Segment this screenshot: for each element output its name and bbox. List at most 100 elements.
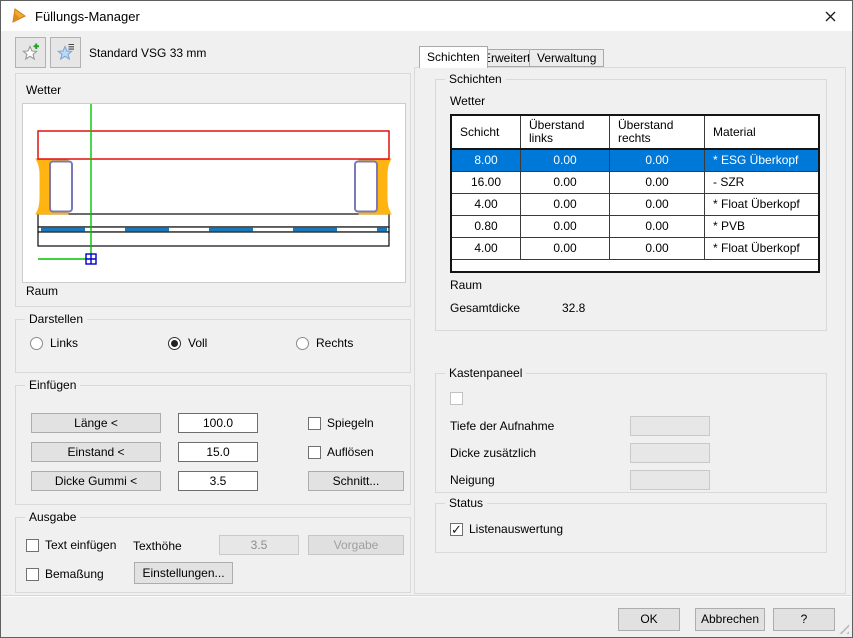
star-plus-icon	[21, 43, 40, 62]
status-group: Status Listenauswertung	[435, 503, 827, 553]
left-gasket-drawing	[36, 159, 72, 214]
laenge-button[interactable]: Länge <	[31, 413, 161, 433]
aufloesen-checkbox[interactable]: Auflösen	[308, 445, 374, 459]
tab-schichten[interactable]: Schichten	[419, 46, 488, 68]
status-legend: Status	[445, 497, 487, 510]
table-cell[interactable]: 0.00	[610, 172, 705, 193]
table-row[interactable]: 0.800.000.00* PVB	[452, 216, 818, 238]
tab-verwaltung[interactable]: Verwaltung	[529, 49, 604, 67]
tiefe-aufnahme-label: Tiefe der Aufnahme	[450, 419, 554, 433]
table-cell[interactable]: 0.00	[521, 194, 610, 215]
radio-voll-label: Voll	[188, 336, 207, 350]
darstellen-legend: Darstellen	[25, 313, 87, 326]
table-cell[interactable]: 0.00	[521, 172, 610, 193]
star-menu-icon	[56, 43, 75, 62]
neigung-input	[630, 470, 710, 490]
table-cell[interactable]: 8.00	[452, 150, 521, 171]
table-header-cell: Schicht	[452, 116, 521, 148]
kastenpaneel-group: Kastenpaneel Tiefe der Aufnahme Dicke zu…	[435, 373, 827, 493]
table-cell[interactable]: * Float Überkopf	[705, 194, 818, 215]
help-button[interactable]: ?	[773, 608, 835, 631]
table-cell[interactable]: * ESG Überkopf	[705, 150, 818, 171]
preview-panel: Wetter	[15, 73, 411, 307]
table-row[interactable]: 16.000.000.00- SZR	[452, 172, 818, 194]
radio-circle-icon	[30, 337, 43, 350]
checkbox-icon	[26, 568, 39, 581]
spiegeln-label: Spiegeln	[327, 416, 374, 430]
neigung-label: Neigung	[450, 473, 495, 487]
table-header-cell: Material	[705, 116, 818, 148]
checkbox-icon	[308, 446, 321, 459]
gesamtdicke-label: Gesamtdicke	[450, 301, 520, 315]
einstand-input[interactable]	[178, 442, 258, 462]
preview-wetter-label: Wetter	[26, 83, 61, 97]
title-bar: Füllungs-Manager	[1, 1, 852, 31]
table-cell[interactable]: - SZR	[705, 172, 818, 193]
ausgabe-group: Ausgabe Text einfügen Texthöhe Vorgabe B…	[15, 517, 411, 593]
layers-table-header: SchichtÜberstand linksÜberstand rechtsMa…	[452, 116, 818, 150]
listenauswertung-checkbox[interactable]: Listenauswertung	[450, 522, 563, 536]
texthoehe-label: Texthöhe	[133, 539, 182, 553]
table-cell[interactable]: 0.00	[521, 150, 610, 171]
favorite-add-button[interactable]	[15, 37, 46, 68]
table-cell[interactable]: 16.00	[452, 172, 521, 193]
section-preview-canvas	[22, 103, 406, 283]
table-row[interactable]: 4.000.000.00* Float Überkopf	[452, 238, 818, 260]
text-einfuegen-checkbox[interactable]: Text einfügen	[26, 538, 116, 552]
table-cell[interactable]: 0.00	[610, 238, 705, 259]
vorgabe-button: Vorgabe	[308, 535, 404, 555]
texthoehe-input	[219, 535, 299, 555]
einstand-button[interactable]: Einstand <	[31, 442, 161, 462]
aufloesen-label: Auflösen	[327, 445, 374, 459]
favorite-menu-button[interactable]	[50, 37, 81, 68]
table-cell[interactable]: 4.00	[452, 194, 521, 215]
table-cell[interactable]: 0.00	[521, 216, 610, 237]
close-button[interactable]	[808, 1, 852, 31]
resize-grip-icon[interactable]	[837, 622, 849, 634]
table-row[interactable]: 8.000.000.00* ESG Überkopf	[452, 150, 818, 172]
cancel-button[interactable]: Abbrechen	[695, 608, 765, 631]
dicke-gummi-input[interactable]	[178, 471, 258, 491]
preset-name-label: Standard VSG 33 mm	[89, 46, 206, 60]
table-cell[interactable]: 0.00	[610, 216, 705, 237]
radio-voll[interactable]: Voll	[168, 336, 207, 350]
bemassung-checkbox[interactable]: Bemaßung	[26, 567, 104, 581]
spiegeln-checkbox[interactable]: Spiegeln	[308, 416, 374, 430]
bemassung-label: Bemaßung	[45, 567, 104, 581]
fuellungs-manager-dialog: Füllungs-Manager Standard VSG 33 mm Wett…	[0, 0, 853, 638]
ok-button[interactable]: OK	[618, 608, 680, 631]
table-cell[interactable]: 0.00	[610, 150, 705, 171]
kastenpaneel-legend: Kastenpaneel	[445, 367, 526, 380]
schnitt-button[interactable]: Schnitt...	[308, 471, 404, 491]
table-cell[interactable]: * PVB	[705, 216, 818, 237]
einfuegen-group: Einfügen Länge < Spiegeln Einstand < Auf…	[15, 385, 411, 505]
ausgabe-legend: Ausgabe	[25, 511, 80, 524]
layers-table[interactable]: SchichtÜberstand linksÜberstand rechtsMa…	[450, 114, 820, 273]
listenauswertung-label: Listenauswertung	[469, 522, 563, 536]
einfuegen-legend: Einfügen	[25, 379, 80, 392]
tiefe-aufnahme-input	[630, 416, 710, 436]
table-row[interactable]: 4.000.000.00* Float Überkopf	[452, 194, 818, 216]
dicke-zusaetzlich-input	[630, 443, 710, 463]
table-cell[interactable]: * Float Überkopf	[705, 238, 818, 259]
laenge-input[interactable]	[178, 413, 258, 433]
table-cell[interactable]: 0.00	[610, 194, 705, 215]
schichten-group: Schichten Wetter SchichtÜberstand linksÜ…	[435, 79, 827, 331]
table-cell[interactable]: 4.00	[452, 238, 521, 259]
radio-links[interactable]: Links	[30, 336, 78, 350]
checkbox-check-icon	[450, 523, 463, 536]
table-header-cell: Überstand links	[521, 116, 610, 148]
checkbox-icon	[308, 417, 321, 430]
radio-rechts[interactable]: Rechts	[296, 336, 353, 350]
einstellungen-button[interactable]: Einstellungen...	[134, 562, 233, 584]
table-cell[interactable]: 0.80	[452, 216, 521, 237]
radio-circle-icon	[168, 337, 181, 350]
checkbox-icon	[26, 539, 39, 552]
kastenpaneel-checkbox	[450, 392, 463, 405]
layers-table-body: 8.000.000.00* ESG Überkopf16.000.000.00-…	[452, 150, 818, 260]
radio-circle-icon	[296, 337, 309, 350]
dicke-gummi-button[interactable]: Dicke Gummi <	[31, 471, 161, 491]
right-gasket-drawing	[355, 159, 391, 214]
text-einfuegen-label: Text einfügen	[45, 538, 116, 552]
table-cell[interactable]: 0.00	[521, 238, 610, 259]
